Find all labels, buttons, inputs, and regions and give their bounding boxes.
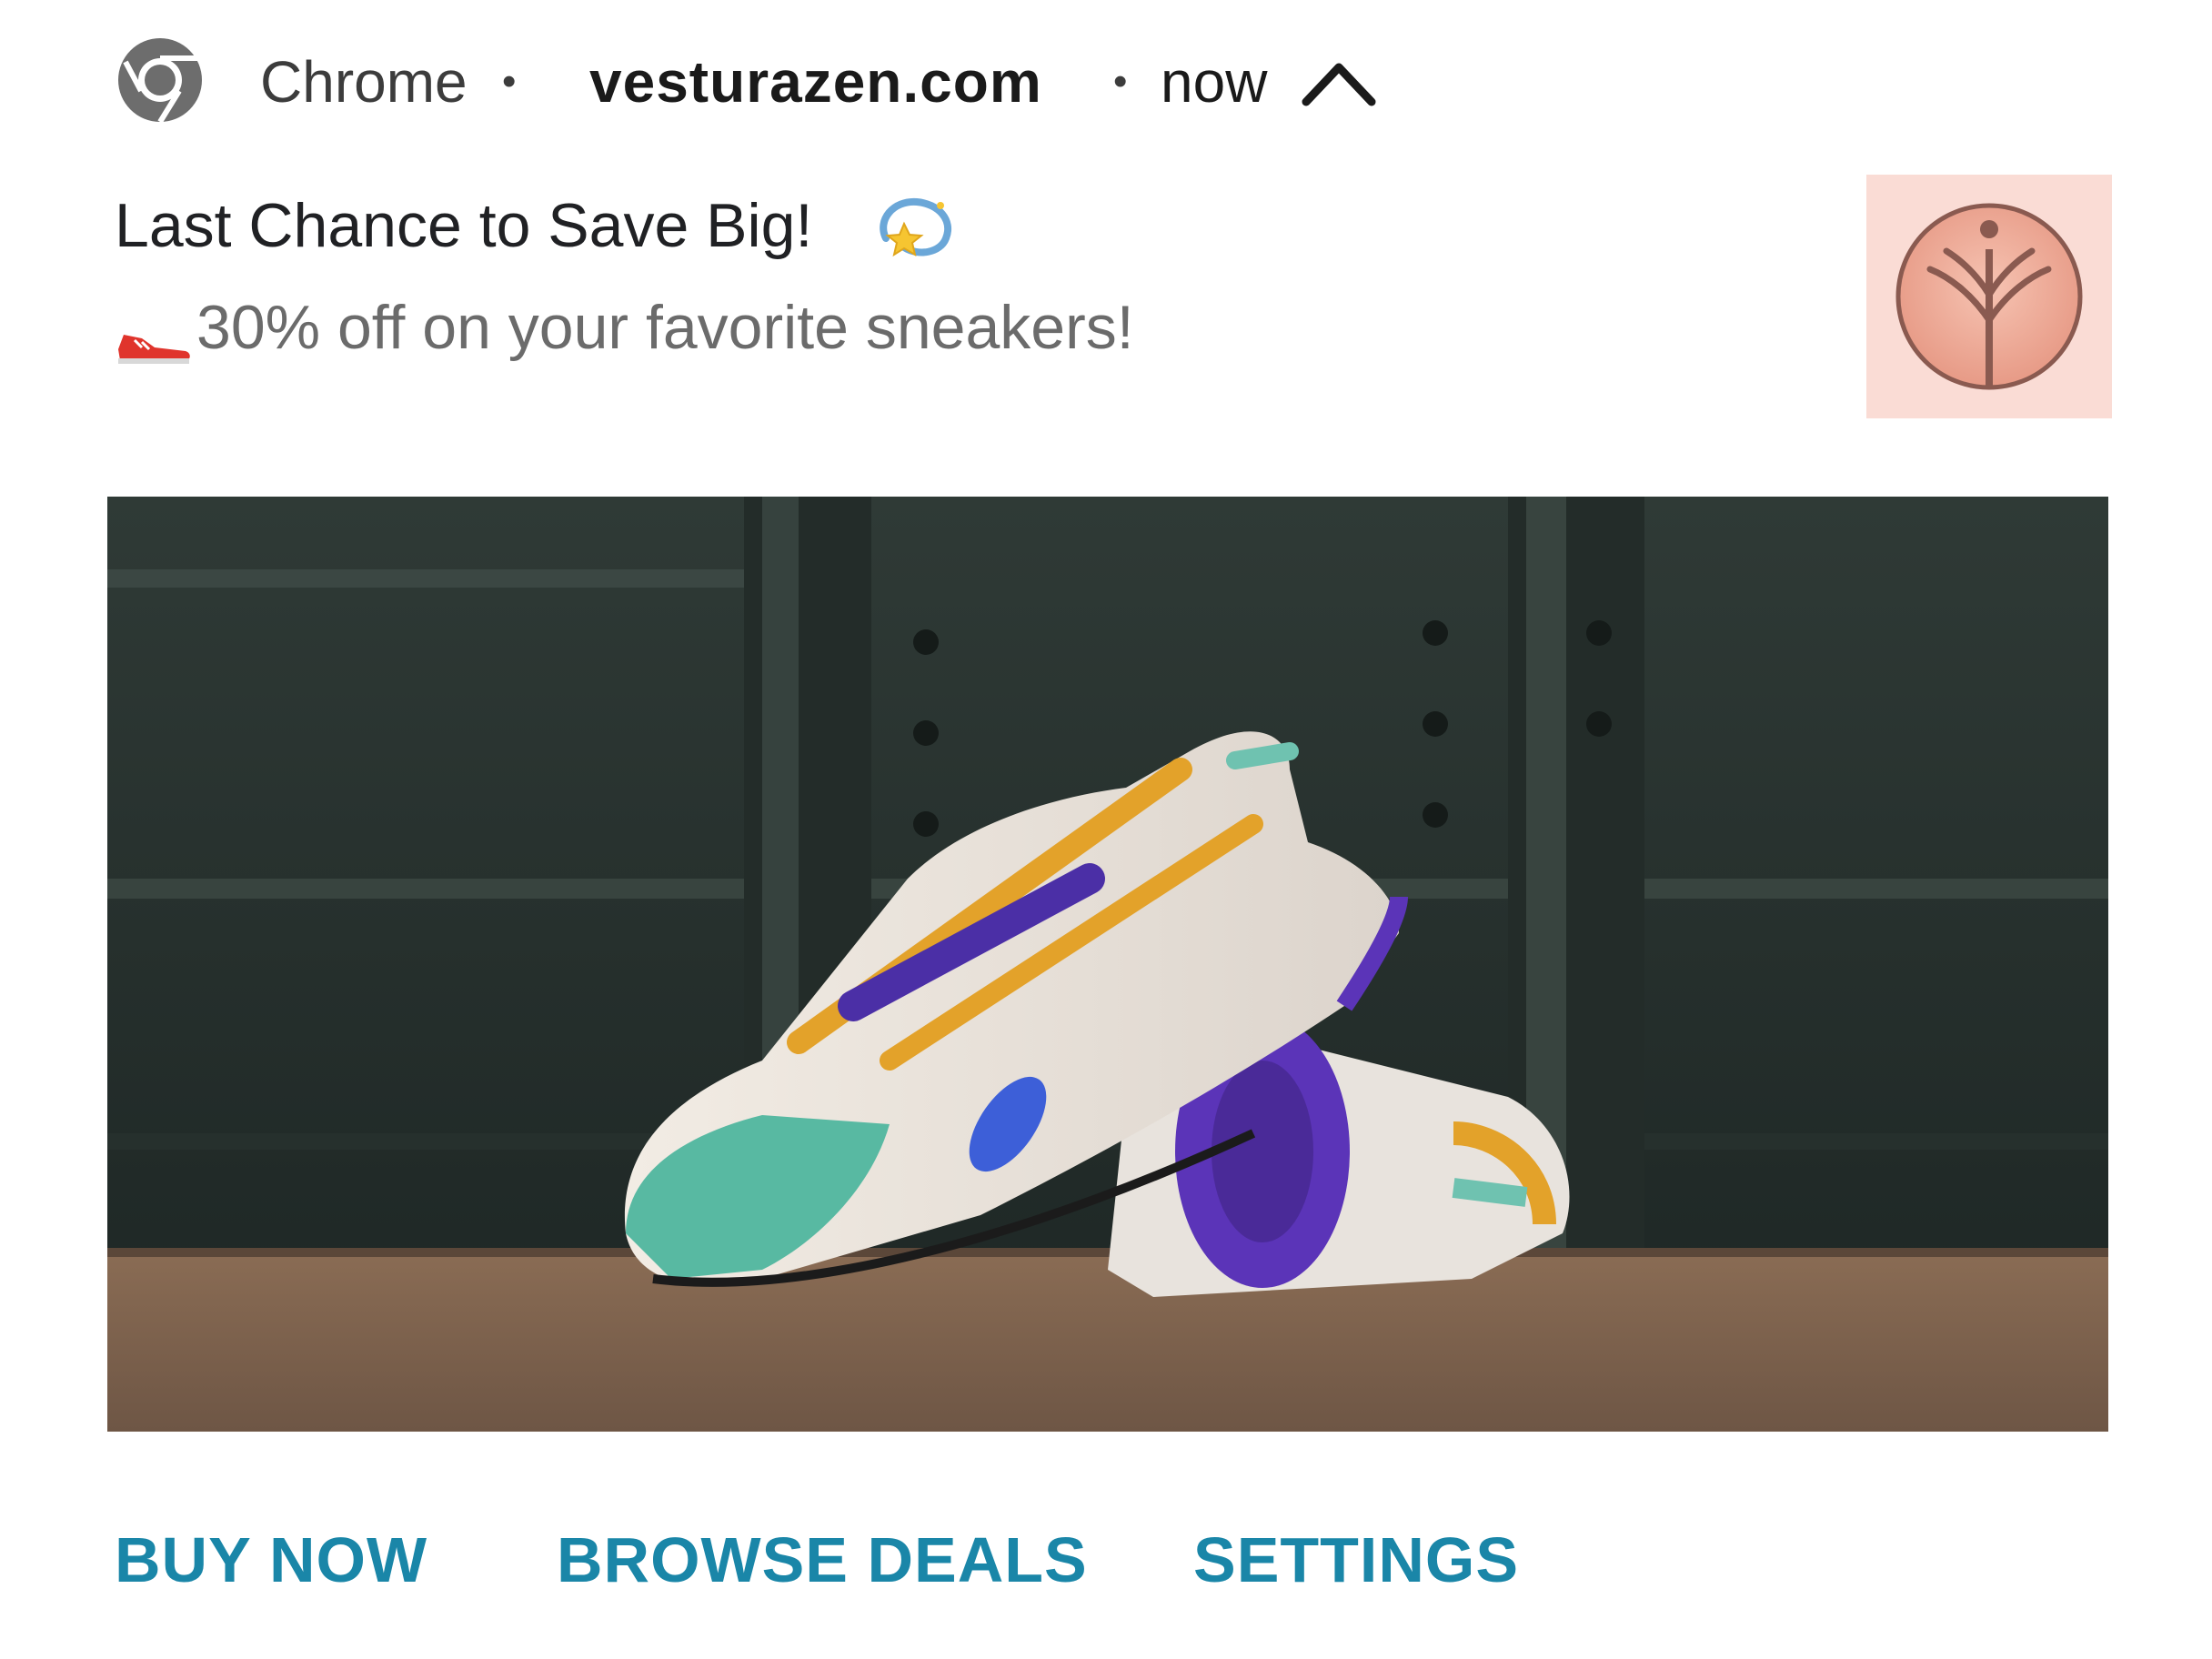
notification-body: 30% off on your favorite sneakers! — [196, 293, 1134, 362]
notification-title: Last Chance to Save Big! — [115, 191, 813, 260]
header-separator: • — [502, 59, 517, 104]
sneakers-photo — [107, 497, 2108, 1432]
vesturazen-logo — [1866, 175, 2112, 418]
header-separator: • — [1113, 59, 1128, 104]
chevron-up-icon[interactable] — [1301, 55, 1377, 109]
site-domain: vesturazen.com — [589, 49, 1042, 115]
notification-card[interactable]: Chrome • vesturazen.com • now Last Chanc… — [0, 0, 2212, 1659]
dizzy-star-emoji — [873, 193, 957, 262]
notification-time: now — [1161, 49, 1268, 115]
browse-deals-button[interactable]: BROWSE DEALS — [557, 1521, 1088, 1599]
buy-now-button[interactable]: BUY NOW — [115, 1521, 427, 1599]
sneaker-emoji — [115, 322, 193, 366]
settings-button[interactable]: SETTINGS — [1193, 1521, 1519, 1599]
chrome-icon — [116, 36, 204, 124]
app-name: Chrome — [260, 49, 468, 115]
